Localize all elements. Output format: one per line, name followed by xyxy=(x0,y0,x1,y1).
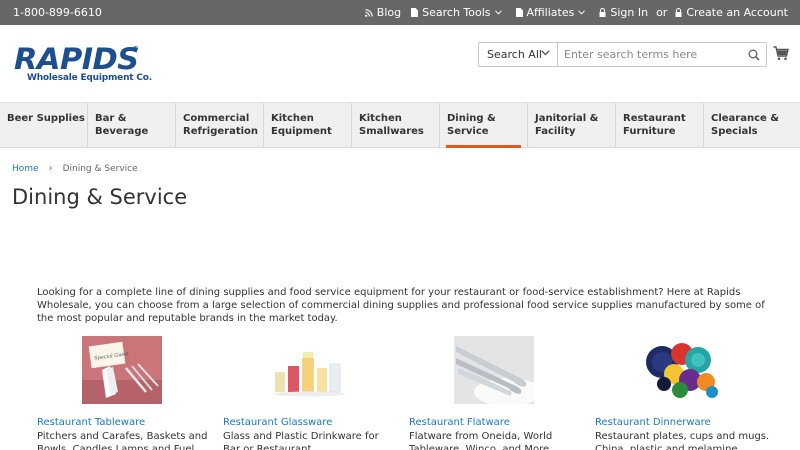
category-title[interactable]: Restaurant Glassware xyxy=(223,417,332,428)
search-category-select[interactable]: Search All xyxy=(479,43,558,66)
breadcrumb-current: Dining & Service xyxy=(62,163,138,174)
nav-item-restaurant-furniture[interactable]: Restaurant Furniture xyxy=(616,103,704,148)
search-icon xyxy=(748,49,760,61)
category-title[interactable]: Restaurant Tableware xyxy=(37,417,145,428)
chevron-down-icon xyxy=(494,10,502,15)
category-title[interactable]: Restaurant Flatware xyxy=(409,417,510,428)
create-account-link[interactable]: Create an Account xyxy=(675,6,788,19)
category-description: Glass and Plastic Drinkware for Bar or R… xyxy=(223,431,379,450)
category-description: Pitchers and Carafes, Baskets and Bowls,… xyxy=(37,431,208,450)
dinnerware-thumb[interactable] xyxy=(640,336,720,404)
nav-item-bar-beverage[interactable]: Bar & Beverage xyxy=(88,103,176,148)
breadcrumb-home[interactable]: Home xyxy=(12,164,39,174)
search-tools-link[interactable]: Search Tools xyxy=(411,6,505,19)
sign-in-link[interactable]: Sign In xyxy=(599,6,648,19)
phone-number[interactable]: 1-800-899-6610 xyxy=(13,6,102,19)
intro-text: Looking for a complete line of dining su… xyxy=(37,287,765,324)
affiliates-label: Affiliates xyxy=(526,6,575,19)
top-bar: 1-800-899-6610 Blog Search Tools Affilia… xyxy=(0,0,800,25)
create-account-label: Create an Account xyxy=(686,6,788,19)
lock-icon xyxy=(599,8,606,17)
blog-label: Blog xyxy=(376,6,402,19)
logo-tagline: Wholesale Equipment Co. xyxy=(27,73,152,83)
nav-item-commercial-refrigeration[interactable]: Commercial Refrigeration xyxy=(176,103,264,148)
chevron-down-icon xyxy=(541,50,550,56)
sign-in-label: Sign In xyxy=(610,6,649,19)
site-logo[interactable]: RAPIDS ® Wholesale Equipment Co. xyxy=(14,42,152,86)
or-text: or xyxy=(656,6,668,19)
chevron-down-icon xyxy=(578,10,586,15)
nav-item-kitchen-equipment[interactable]: Kitchen Equipment xyxy=(264,103,352,148)
flatware-thumb[interactable] xyxy=(454,336,542,406)
tableware-thumb[interactable]: Special Guest xyxy=(82,336,162,404)
lock-icon xyxy=(675,8,682,17)
nav-item-dining-service[interactable]: Dining & Service xyxy=(440,103,528,148)
search-category-label: Search All xyxy=(487,48,542,61)
document-icon xyxy=(411,8,419,17)
nav-item-beer-supplies[interactable]: Beer Supplies xyxy=(0,103,88,148)
search-input[interactable] xyxy=(558,43,742,66)
logo-registered-mark: ® xyxy=(132,45,139,53)
page-title: Dining & Service xyxy=(12,185,188,209)
search-button[interactable] xyxy=(742,43,766,66)
top-links: Blog Search Tools Affiliates Sign In or … xyxy=(355,6,788,19)
search-tools-label: Search Tools xyxy=(422,6,491,19)
nav-item-janitorial-facility[interactable]: Janitorial & Facility xyxy=(528,103,616,148)
search-bar: Search All xyxy=(478,42,767,67)
category-description: Restaurant plates, cups and mugs. China,… xyxy=(595,431,770,450)
main-navigation: Beer Supplies Bar & Beverage Commercial … xyxy=(0,102,800,148)
header: RAPIDS ® Wholesale Equipment Co. Search … xyxy=(0,25,800,102)
glassware-thumb[interactable] xyxy=(269,336,349,404)
cart-button[interactable] xyxy=(773,46,789,65)
category-description: Flatware from Oneida, World Tableware, W… xyxy=(409,431,553,450)
nav-item-kitchen-smallwares[interactable]: Kitchen Smallwares xyxy=(352,103,440,148)
breadcrumb: Home › Dining & Service xyxy=(12,163,138,174)
category-title[interactable]: Restaurant Dinnerware xyxy=(595,417,711,428)
affiliates-link[interactable]: Affiliates xyxy=(515,6,590,19)
breadcrumb-separator: › xyxy=(48,163,53,174)
shopping-cart-icon xyxy=(773,46,789,61)
rss-icon xyxy=(364,8,373,17)
blog-link[interactable]: Blog xyxy=(364,6,402,19)
logo-wordmark: RAPIDS xyxy=(14,42,139,76)
document-icon xyxy=(515,8,523,17)
nav-item-clearance-specials[interactable]: Clearance & Specials xyxy=(704,103,792,148)
